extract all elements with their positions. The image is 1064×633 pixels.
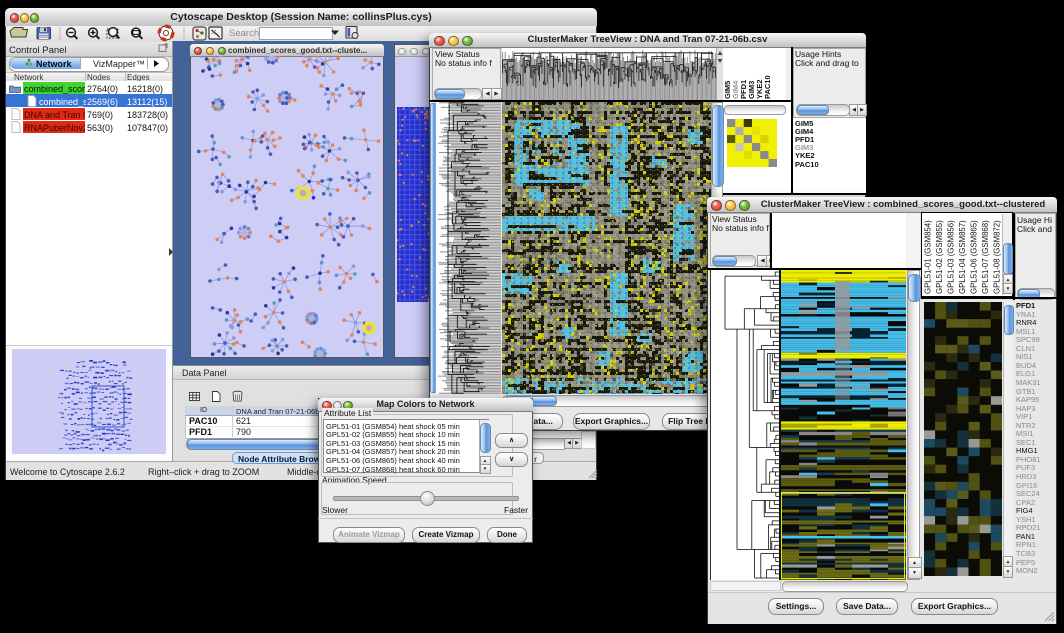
- svg-text:PAC10: PAC10: [763, 75, 772, 99]
